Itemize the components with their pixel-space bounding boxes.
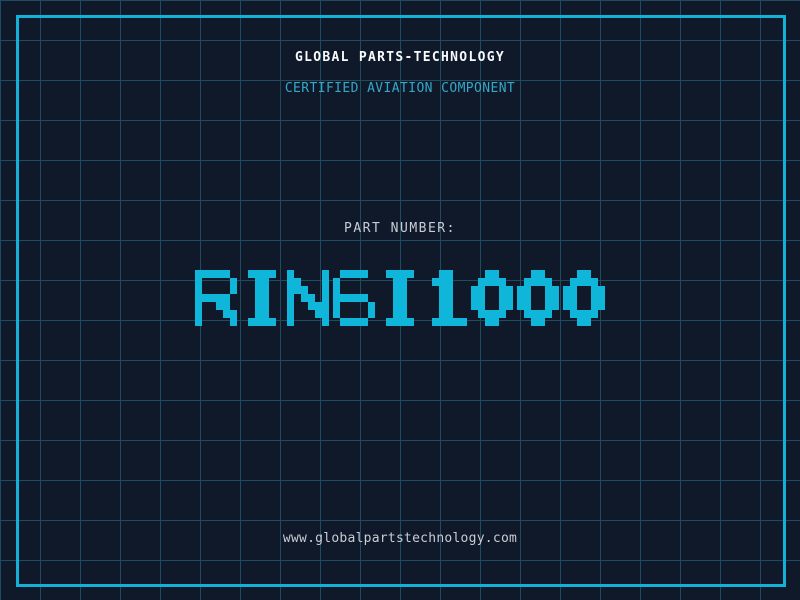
part-number-char <box>563 270 605 326</box>
part-number-char <box>471 270 513 326</box>
part-number-char <box>287 270 329 326</box>
part-number-display <box>0 270 800 326</box>
part-number-char <box>195 270 237 326</box>
part-number-char <box>379 270 421 326</box>
part-number-char <box>241 270 283 326</box>
part-number-char <box>333 270 375 326</box>
part-certificate-screen: GLOBAL PARTS-TECHNOLOGY CERTIFIED AVIATI… <box>0 0 800 600</box>
company-name: GLOBAL PARTS-TECHNOLOGY <box>295 50 505 65</box>
part-number-char <box>517 270 559 326</box>
website-url: www.globalpartstechnology.com <box>282 531 518 546</box>
certification-label: CERTIFIED AVIATION COMPONENT <box>284 81 516 96</box>
part-number-char <box>425 270 467 326</box>
part-number-label: PART NUMBER: <box>344 221 456 236</box>
